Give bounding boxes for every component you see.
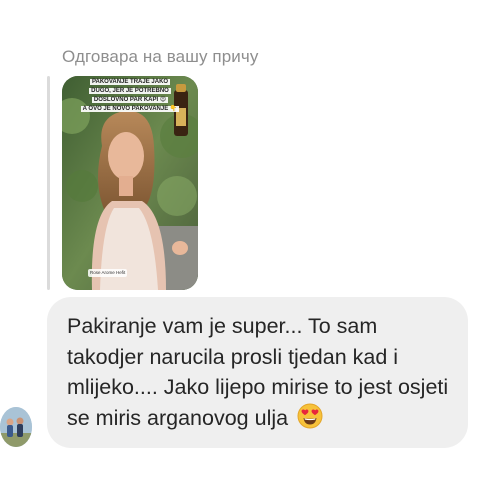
story-caption-line: PAKOVANJE TRAJE JAKO xyxy=(89,79,171,85)
story-reply-indicator-bar xyxy=(47,76,50,290)
message-text-container: Pakiranje vam je super... To sam takodje… xyxy=(67,311,458,437)
user-avatar-icon[interactable] xyxy=(0,407,32,447)
message-bubble[interactable]: Pakiranje vam je super... To sam takodje… xyxy=(47,297,468,448)
story-caption-line: DOSLOVNO PAR KAPI 😍 xyxy=(91,97,169,103)
story-thumbnail[interactable]: PAKOVANJE TRAJE JAKO DUGO, JER JE POTREB… xyxy=(62,76,198,290)
story-caption: PAKOVANJE TRAJE JAKO DUGO, JER JE POTREB… xyxy=(80,78,180,114)
reply-context-label: Одговара на вашу причу xyxy=(62,47,259,66)
message-text: Pakiranje vam je super... To sam takodje… xyxy=(67,314,449,430)
story-caption-line: DUGO, JER JE POTREBNO xyxy=(89,88,171,94)
smiling-face-with-heart-eyes-icon xyxy=(297,403,323,438)
story-caption-line: A OVO JE NOVO PAKOVANJE 👇 xyxy=(80,106,180,112)
story-handle-tag: Rose Arome Hefit xyxy=(88,269,128,277)
